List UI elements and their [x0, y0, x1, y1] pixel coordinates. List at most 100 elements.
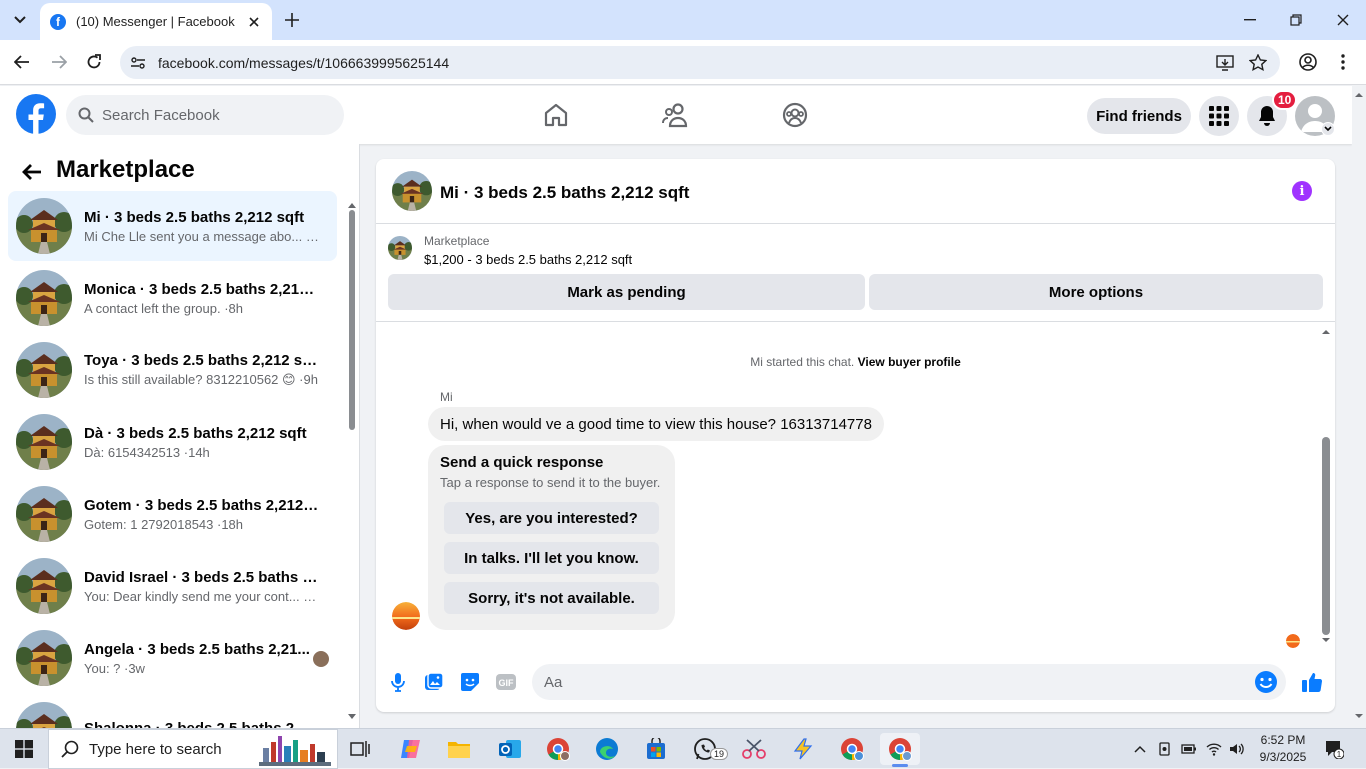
sticker-icon[interactable]: [458, 670, 482, 694]
conversation-avatar: [16, 270, 72, 326]
info-icon[interactable]: i: [1292, 181, 1312, 201]
conversation-item[interactable]: Dà · 3 beds 2.5 baths 2,212 sqft Dà: 6154…: [8, 407, 337, 477]
conversation-item[interactable]: David Israel · 3 beds 2.5 baths 2,... You…: [8, 551, 337, 621]
listing-thumbnail[interactable]: [388, 236, 412, 260]
conversation-item[interactable]: Mi · 3 beds 2.5 baths 2,212 sqft Mi Che L…: [8, 191, 337, 261]
find-friends-button[interactable]: Find friends: [1087, 98, 1191, 134]
back-arrow-icon[interactable]: [11, 51, 33, 73]
install-app-icon[interactable]: [1215, 53, 1235, 73]
tab-search-dropdown-icon[interactable]: [8, 8, 32, 32]
power-automate-icon[interactable]: [783, 733, 823, 765]
notification-center-icon[interactable]: 1: [1324, 739, 1344, 759]
view-buyer-profile-link[interactable]: View buyer profile: [858, 355, 961, 369]
microsoft-store-icon[interactable]: [636, 733, 676, 765]
quick-response-button[interactable]: In talks. I'll let you know.: [444, 542, 659, 574]
browser-menu-icon[interactable]: [1332, 51, 1354, 73]
new-tab-icon[interactable]: [282, 10, 302, 30]
groups-icon[interactable]: [780, 100, 810, 130]
account-chevron-down-icon[interactable]: [1321, 122, 1335, 136]
edge-icon[interactable]: [587, 733, 627, 765]
tab-title: (10) Messenger | Facebook: [76, 14, 235, 29]
reload-icon[interactable]: [83, 51, 105, 73]
chrome-profile-icon[interactable]: [832, 733, 872, 765]
home-icon[interactable]: [541, 100, 571, 130]
microphone-icon[interactable]: [386, 670, 410, 694]
photo-icon[interactable]: [422, 670, 446, 694]
svg-text:1: 1: [1337, 750, 1342, 759]
task-view-icon[interactable]: [340, 733, 380, 765]
conversation-name: Gotem · 3 beds 2.5 baths 2,212 s...: [84, 496, 319, 514]
facebook-search-box[interactable]: [66, 95, 344, 135]
message-input[interactable]: [544, 673, 1224, 691]
friends-icon[interactable]: [661, 100, 691, 130]
battery-icon[interactable]: [1181, 741, 1197, 757]
message-bubble[interactable]: Hi, when would ve a good time to view th…: [428, 407, 884, 441]
chrome-active-icon[interactable]: [880, 733, 920, 767]
back-arrow-icon[interactable]: [20, 160, 44, 184]
message-input-box[interactable]: [532, 664, 1286, 700]
conversation-name: David Israel · 3 beds 2.5 baths 2,...: [84, 568, 319, 586]
profile-icon[interactable]: [1297, 51, 1319, 73]
wifi-icon[interactable]: [1206, 741, 1222, 757]
conversation-item[interactable]: Monica · 3 beds 2.5 baths 2,212 ... A con…: [8, 263, 337, 333]
chat-scrollbar-thumb[interactable]: [1322, 437, 1330, 635]
volume-icon[interactable]: [1229, 741, 1245, 757]
page-scrollbar[interactable]: [1352, 86, 1366, 728]
conversation-avatar: [16, 558, 72, 614]
browser-tab[interactable]: f (10) Messenger | Facebook: [40, 3, 272, 40]
conversation-name: Monica · 3 beds 2.5 baths 2,212 ...: [84, 280, 319, 298]
bookmark-star-icon[interactable]: [1248, 53, 1268, 73]
chat-listing-avatar[interactable]: [392, 171, 432, 211]
quick-response-button[interactable]: Sorry, it's not available.: [444, 582, 659, 614]
quick-response-subtitle: Tap a response to send it to the buyer.: [440, 475, 661, 490]
read-receipt-avatar: [313, 651, 329, 667]
minimize-icon[interactable]: [1238, 8, 1262, 32]
file-explorer-icon[interactable]: [439, 733, 479, 765]
close-tab-icon[interactable]: [246, 14, 262, 30]
search-input[interactable]: [102, 106, 322, 124]
windows-start-icon[interactable]: [0, 729, 48, 769]
conversation-avatar: [16, 486, 72, 542]
show-hidden-icons-chevron-up-icon[interactable]: [1132, 741, 1148, 757]
mark-as-pending-button[interactable]: Mark as pending: [388, 274, 865, 310]
conversation-text: Angela · 3 beds 2.5 baths 2,21... You: ? …: [84, 641, 319, 676]
divider: [376, 321, 1335, 322]
gif-icon[interactable]: GIF: [494, 670, 518, 694]
facebook-logo-icon[interactable]: [16, 94, 56, 134]
conversation-text: Mi · 3 beds 2.5 baths 2,212 sqft Mi Che L…: [84, 209, 319, 244]
emoji-icon[interactable]: [1254, 670, 1278, 694]
listing-price-title[interactable]: $1,200 - 3 beds 2.5 baths 2,212 sqft: [424, 252, 632, 267]
close-window-icon[interactable]: [1331, 8, 1355, 32]
snipping-tool-icon[interactable]: [734, 733, 774, 765]
copilot-icon[interactable]: [391, 733, 431, 765]
site-settings-icon[interactable]: [130, 55, 146, 71]
conversation-avatar: [16, 414, 72, 470]
more-options-button[interactable]: More options: [869, 274, 1323, 310]
conversation-item[interactable]: Gotem · 3 beds 2.5 baths 2,212 s... Gotem…: [8, 479, 337, 549]
chrome-profile-icon[interactable]: [538, 733, 578, 765]
conversation-item[interactable]: Angela · 3 beds 2.5 baths 2,21... You: ? …: [8, 623, 337, 693]
outlook-icon[interactable]: [490, 733, 530, 765]
conversation-avatar: [16, 198, 72, 254]
menu-grid-icon[interactable]: [1199, 96, 1239, 136]
conversation-item[interactable]: Shalonna · 3 beds 2.5 baths 2,21...: [8, 695, 337, 728]
chat-title[interactable]: Mi · 3 beds 2.5 baths 2,212 sqft: [440, 183, 689, 203]
meet-now-icon[interactable]: [1157, 741, 1173, 757]
sender-name: Mi: [440, 390, 453, 404]
sidebar-scrollbar-thumb[interactable]: [349, 210, 355, 430]
forward-arrow-icon[interactable]: [48, 51, 70, 73]
search-highlight-skyline-icon[interactable]: [259, 734, 331, 766]
facebook-header: Find friends 10: [0, 86, 1352, 144]
windows-taskbar: Type here to search 19 6:52 PM 9/3/2025 …: [0, 728, 1366, 769]
sender-avatar[interactable]: [392, 602, 420, 630]
conversation-text: Monica · 3 beds 2.5 baths 2,212 ... A con…: [84, 281, 319, 316]
conversation-preview: A contact left the group. ·8h: [84, 300, 243, 316]
address-bar[interactable]: facebook.com/messages/t/1066639995625144: [120, 46, 1280, 79]
conversation-item[interactable]: Toya · 3 beds 2.5 baths 2,212 sqft Is thi…: [8, 335, 337, 405]
quick-response-button[interactable]: Yes, are you interested?: [444, 502, 659, 534]
search-icon: [78, 107, 94, 123]
taskbar-search-box[interactable]: Type here to search: [48, 729, 338, 769]
restore-icon[interactable]: [1284, 8, 1308, 32]
taskbar-clock[interactable]: 6:52 PM 9/3/2025: [1256, 732, 1310, 766]
thumbs-up-icon[interactable]: [1300, 670, 1324, 694]
